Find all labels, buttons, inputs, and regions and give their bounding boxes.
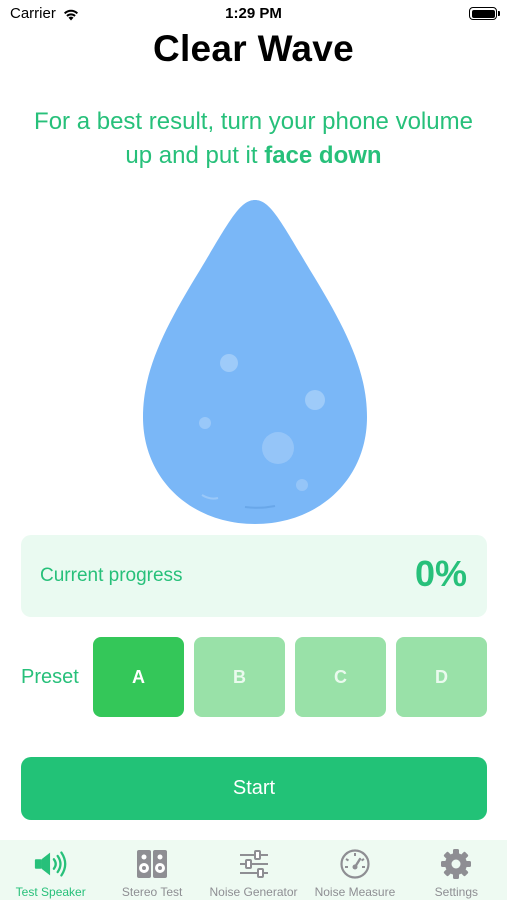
preset-button-d[interactable]: D (396, 637, 487, 717)
tab-stereo-test[interactable]: Stereo Test (101, 840, 202, 900)
preset-button-b[interactable]: B (194, 637, 285, 717)
tab-bar: Test Speaker Stereo Test Noise Generator… (0, 840, 507, 900)
progress-card: Current progress 0% (21, 535, 487, 617)
status-time: 1:29 PM (225, 5, 282, 22)
tab-label-noise-generator: Noise Generator (209, 885, 298, 899)
status-bar: Carrier 1:29 PM (0, 0, 507, 28)
instruction-regular: For a best result, turn your phone volum… (34, 108, 473, 169)
tab-noise-measure[interactable]: Noise Measure (304, 840, 405, 900)
progress-label: Current progress (40, 565, 183, 586)
progress-value: 0% (414, 553, 467, 594)
gear-icon (438, 847, 474, 881)
instruction-text: For a best result, turn your phone volum… (20, 105, 487, 173)
tab-test-speaker[interactable]: Test Speaker (0, 840, 101, 900)
preset-button-c[interactable]: C (295, 637, 386, 717)
tab-settings[interactable]: Settings (406, 840, 507, 900)
tab-label-settings: Settings (434, 885, 478, 899)
speaker-icon (33, 847, 69, 881)
gauge-icon (337, 847, 373, 881)
tab-label-test-speaker: Test Speaker (15, 885, 86, 899)
instruction-bold: face down (264, 142, 382, 169)
battery-icon (469, 7, 500, 20)
sliders-icon (236, 847, 272, 881)
water-drop-illustration (143, 200, 367, 524)
start-button[interactable]: Start (21, 757, 487, 820)
page-title: Clear Wave (152, 28, 355, 69)
tab-label-noise-measure: Noise Measure (314, 885, 396, 899)
tab-label-stereo-test: Stereo Test (121, 885, 183, 899)
preset-button-a[interactable]: A (93, 637, 184, 717)
preset-label: Preset (21, 666, 79, 688)
tab-noise-generator[interactable]: Noise Generator (203, 840, 304, 900)
stereo-speaker-icon (134, 847, 170, 881)
